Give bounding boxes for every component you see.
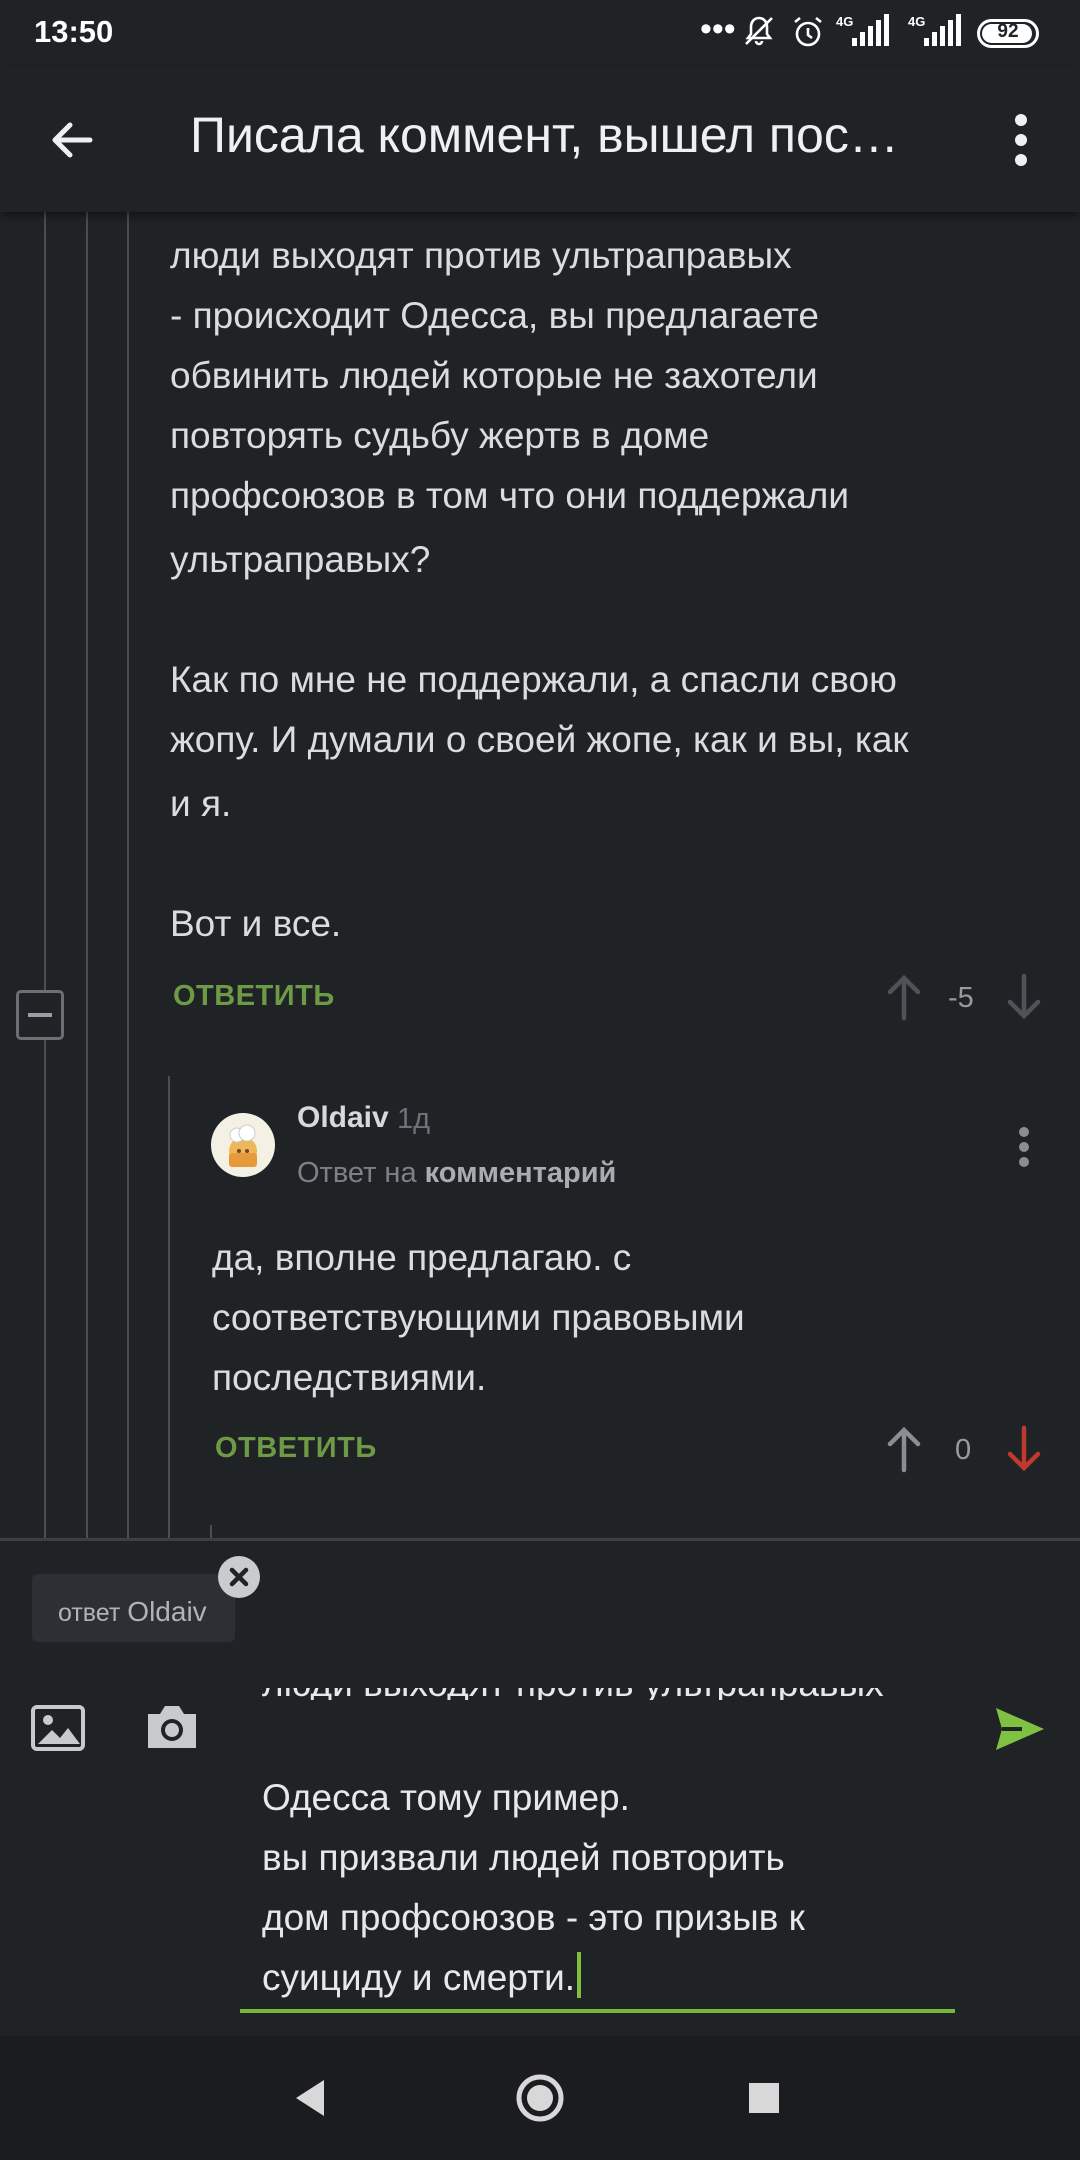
downvote-button[interactable] [1004, 972, 1044, 1027]
nav-recents-button[interactable] [746, 2080, 782, 2121]
reply-chip-prefix: ответ [58, 1599, 121, 1627]
camera-button[interactable] [142, 1700, 202, 1757]
more-options-button[interactable] [1000, 110, 1044, 170]
reply-chip-name: Oldaiv [127, 1596, 207, 1627]
parent-comment-line: Как по мне не поддержали, а спасли свою [170, 659, 897, 700]
thread-line-3b [127, 1076, 129, 1540]
compose-line: Одесса тому пример. [262, 1777, 630, 1818]
thread-line-4 [168, 1076, 170, 1540]
text-cursor [577, 1952, 582, 1998]
signal-icon-1 [850, 14, 890, 55]
compose-line: дом профсоюзов - это призыв к [262, 1897, 805, 1938]
parent-comment-line: и я. [170, 783, 232, 824]
parent-comment-line: ультраправых? [170, 539, 431, 580]
downvote-arrow-icon [1007, 1425, 1041, 1472]
avatar[interactable] [211, 1113, 275, 1177]
reply-target-chip: ответ Oldaiv [32, 1574, 235, 1642]
upvote-arrow-icon [887, 974, 921, 1021]
thread-line-1 [44, 212, 46, 1540]
alarm-icon [790, 14, 826, 57]
reply-comment-line: да, вполне предлагаю. с [212, 1237, 632, 1278]
downvote-arrow-icon [1007, 973, 1041, 1020]
compose-line: суициду и смерти. [262, 1957, 576, 1998]
thread-line-3 [127, 212, 129, 1076]
minus-icon [28, 1013, 52, 1017]
comment-author[interactable]: Oldaiv [297, 1101, 389, 1135]
more-notifications-icon: ••• [700, 10, 736, 48]
parent-comment-line: - происходит Одесса, вы предлагаете [170, 295, 819, 336]
mute-bell-icon [742, 14, 776, 55]
signal-icon-2 [922, 14, 962, 55]
reply-to-prefix: Ответ на [297, 1157, 417, 1189]
thread-line-2 [86, 212, 88, 1540]
comment-input[interactable]: Одесса тому пример. вы призвали людей по… [262, 1768, 982, 2008]
page-title: Писала коммент, вышел пос… [190, 107, 899, 163]
app-bar: Писала коммент, вышел пос… [0, 68, 1080, 212]
triangle-back-icon [296, 2080, 324, 2116]
square-recents-icon [749, 2083, 779, 2113]
nav-back-button[interactable] [290, 2076, 330, 2125]
reply-to-line: Ответ на комментарий [297, 1157, 616, 1190]
status-bar: 13:50 ••• 4G 4G 92 [0, 0, 1080, 68]
parent-comment-line: обвинить людей которые не захотели [170, 355, 818, 396]
parent-comment-line: жопу. И думали о своей жопе, как и вы, к… [170, 719, 909, 760]
upvote-button[interactable] [884, 972, 924, 1027]
status-time: 13:50 [34, 14, 114, 49]
send-button[interactable] [994, 1706, 1046, 1757]
comment-score: -5 [948, 982, 974, 1014]
reply-to-link[interactable]: комментарий [425, 1157, 617, 1189]
reply-comment-line: последствиями. [212, 1357, 487, 1398]
nav-home-button[interactable] [514, 2072, 566, 2129]
remove-reply-target-button[interactable] [218, 1556, 260, 1598]
upvote-arrow-icon [887, 1426, 921, 1473]
parent-comment-line: повторять судьбу жертв в доме [170, 415, 710, 456]
parent-comment-line: профсоюзов в том что они поддержали [170, 475, 850, 516]
image-icon [31, 1705, 85, 1751]
upvote-button[interactable] [884, 1424, 924, 1479]
battery-level: 92 [997, 21, 1019, 42]
collapse-thread-button[interactable] [16, 990, 64, 1040]
input-underline [240, 2009, 955, 2013]
system-nav-bar [0, 2036, 1080, 2160]
attach-image-button[interactable] [30, 1704, 86, 1757]
reply-button[interactable]: ОТВЕТИТЬ [215, 1432, 377, 1465]
reply-chip-text: ответ Oldaiv [58, 1596, 207, 1628]
reply-button[interactable]: ОТВЕТИТЬ [173, 980, 335, 1013]
scrolled-text-fragment: люди выходят против ультраправых [262, 1688, 982, 1700]
compose-line: вы призвали людей повторить [262, 1837, 785, 1878]
back-button[interactable] [40, 108, 104, 172]
send-icon [996, 1708, 1044, 1750]
reply-comment-line: соответствующими правовыми [212, 1297, 745, 1338]
battery-icon: 92 [977, 19, 1039, 48]
camera-icon [148, 1706, 196, 1748]
downvote-button[interactable] [1004, 1424, 1044, 1479]
comment-more-button[interactable] [1010, 1125, 1040, 1169]
compose-last-line: суициду и смерти. [262, 1948, 982, 2008]
comment-time: 1д [397, 1103, 431, 1135]
comment-score: 0 [955, 1434, 972, 1466]
home-circle-icon [516, 2074, 564, 2122]
close-icon [229, 1567, 249, 1587]
parent-comment-line: Вот и все. [170, 903, 342, 944]
back-arrow-icon [52, 122, 93, 158]
parent-comment-line: люди выходят против ультраправых [170, 235, 792, 276]
